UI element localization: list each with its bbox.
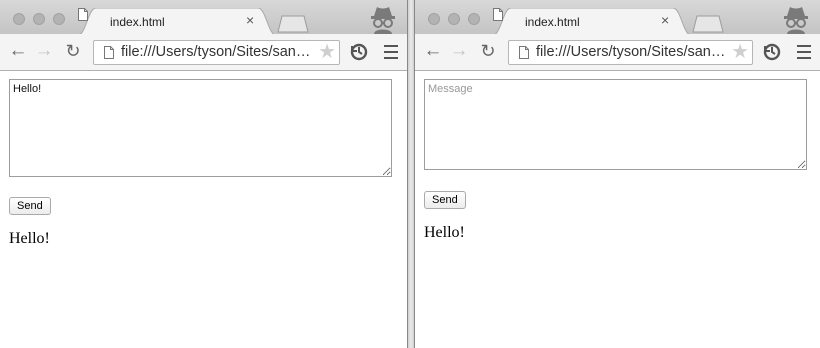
send-button[interactable]: Send (424, 191, 466, 209)
minimize-window-button[interactable] (448, 13, 460, 25)
close-window-button[interactable] (428, 13, 440, 25)
minimize-window-button[interactable] (33, 13, 45, 25)
address-url: file:///Users/tyson/Sites/san… (121, 44, 311, 60)
reload-icon[interactable]: ↻ (62, 40, 84, 62)
incognito-icon (371, 7, 395, 34)
back-arrow-icon[interactable]: ← (422, 40, 444, 62)
reload-icon[interactable]: ↻ (477, 40, 499, 62)
tab-index-html[interactable]: index.html × (78, 8, 277, 35)
tab-title: index.html (110, 15, 165, 29)
star-icon[interactable]: ★ (318, 41, 336, 64)
back-arrow-icon[interactable]: ← (7, 40, 29, 62)
zoom-window-button[interactable] (468, 13, 480, 25)
page-content: Send Hello! (415, 71, 820, 348)
new-tab-button[interactable] (276, 15, 310, 33)
message-item: Hello! (9, 230, 50, 247)
title-bar: index.html × (415, 0, 820, 35)
close-window-button[interactable] (13, 13, 25, 25)
page-icon (78, 8, 88, 21)
sync-extension-icon[interactable] (762, 42, 782, 62)
star-icon[interactable]: ★ (731, 41, 749, 64)
hamburger-menu-icon[interactable] (797, 45, 811, 63)
browser-toolbar: ← → ↻ file:///Users/tyson/Sites/san… ★ (415, 34, 820, 71)
page-icon (104, 46, 114, 59)
sync-extension-icon[interactable] (349, 42, 369, 62)
tab-index-html[interactable]: index.html × (493, 8, 692, 35)
page-icon (493, 8, 503, 21)
address-bar[interactable]: file:///Users/tyson/Sites/san… ★ (93, 40, 340, 65)
hamburger-menu-icon[interactable] (384, 45, 398, 63)
address-bar[interactable]: file:///Users/tyson/Sites/san… ★ (508, 40, 753, 65)
tab-close-icon[interactable]: × (661, 13, 669, 27)
tab-close-icon[interactable]: × (246, 13, 254, 27)
address-url: file:///Users/tyson/Sites/san… (536, 44, 726, 60)
forward-arrow-icon[interactable]: → (448, 40, 470, 62)
forward-arrow-icon[interactable]: → (33, 40, 55, 62)
tab-title: index.html (525, 15, 580, 29)
browser-window-left: index.html × ← → ↻ file:///Users/tyson/S… (0, 0, 408, 348)
zoom-window-button[interactable] (53, 13, 65, 25)
new-tab-button[interactable] (691, 15, 725, 33)
message-input[interactable] (424, 79, 807, 170)
page-icon (519, 46, 529, 59)
page-content: Hello! Send Hello! (0, 71, 407, 348)
title-bar: index.html × (0, 0, 407, 35)
message-item: Hello! (424, 224, 465, 241)
browser-window-right: index.html × ← → ↻ file:///Users/tyson/S… (414, 0, 820, 348)
send-button[interactable]: Send (9, 197, 51, 215)
incognito-icon (784, 7, 808, 34)
message-input[interactable]: Hello! (9, 79, 392, 177)
browser-toolbar: ← → ↻ file:///Users/tyson/Sites/san… ★ (0, 34, 407, 71)
